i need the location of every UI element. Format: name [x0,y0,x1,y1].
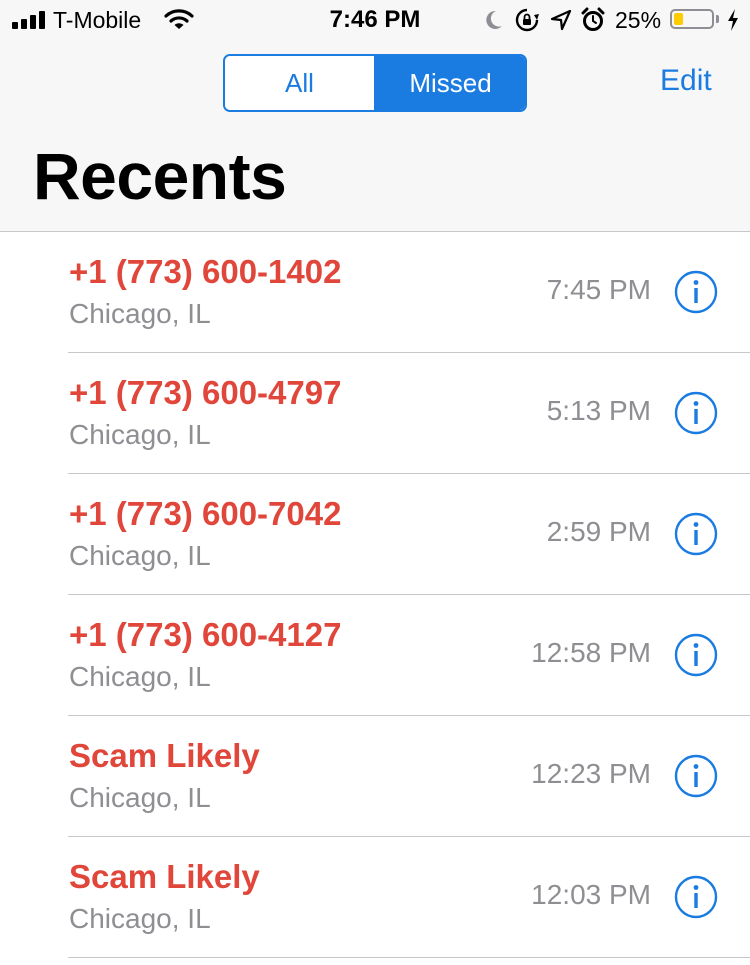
call-time: 5:13 PM [546,395,651,426]
caller-name: +1 (773) 600-1402 [69,253,342,290]
info-icon[interactable] [674,391,718,435]
caller-name: Scam Likely [69,737,260,774]
battery-percentage: 25% [615,7,662,33]
caller-location: Chicago, IL [69,540,211,571]
caller-location: Chicago, IL [69,782,211,813]
call-time: 12:23 PM [531,758,651,789]
call-time: 12:03 PM [531,879,651,910]
moon-icon [486,10,502,29]
caller-location: Chicago, IL [69,298,211,329]
caller-name: +1 (773) 600-4797 [69,374,342,411]
segment-missed[interactable]: Missed [374,56,525,110]
phone-recents-screen: T-Mobile 7:46 PM 25% All Missed Edit Rec… [0,0,750,965]
caller-name: +1 (773) 600-4127 [69,616,342,653]
header: T-Mobile 7:46 PM 25% All Missed Edit Rec… [0,0,750,232]
call-time: 12:58 PM [531,637,651,668]
call-filter-segmented-control: All Missed [223,54,527,112]
caller-location: Chicago, IL [69,903,211,934]
info-icon[interactable] [674,875,718,919]
recent-calls-list: +1 (773) 600-1402 Chicago, IL 7:45 PM +1… [0,232,750,958]
info-icon[interactable] [674,754,718,798]
caller-location: Chicago, IL [69,661,211,692]
call-time: 7:45 PM [546,274,651,305]
call-row[interactable]: +1 (773) 600-7042 Chicago, IL 2:59 PM [0,474,750,595]
rotation-lock-icon [515,8,539,32]
edit-button[interactable]: Edit [660,64,712,98]
caller-location: Chicago, IL [69,419,211,450]
info-icon[interactable] [674,633,718,677]
call-row[interactable]: +1 (773) 600-4797 Chicago, IL 5:13 PM [0,353,750,474]
segment-all[interactable]: All [225,56,374,110]
call-row[interactable]: Scam Likely Chicago, IL 12:23 PM [0,716,750,837]
charging-bolt-icon [728,9,738,31]
battery-cap [716,15,719,23]
info-icon[interactable] [674,512,718,556]
alarm-icon [581,7,605,31]
status-bar: T-Mobile 7:46 PM 25% [0,0,750,40]
info-icon[interactable] [674,270,718,314]
caller-name: +1 (773) 600-7042 [69,495,342,532]
battery-level [674,13,683,25]
call-row[interactable]: +1 (773) 600-4127 Chicago, IL 12:58 PM [0,595,750,716]
call-row[interactable]: +1 (773) 600-1402 Chicago, IL 7:45 PM [0,232,750,353]
call-time: 2:59 PM [546,516,651,547]
row-divider [68,957,750,958]
page-title: Recents [33,139,287,213]
caller-name: Scam Likely [69,858,260,895]
call-row[interactable]: Scam Likely Chicago, IL 12:03 PM [0,837,750,958]
battery-icon [670,9,714,29]
location-icon [550,9,572,31]
